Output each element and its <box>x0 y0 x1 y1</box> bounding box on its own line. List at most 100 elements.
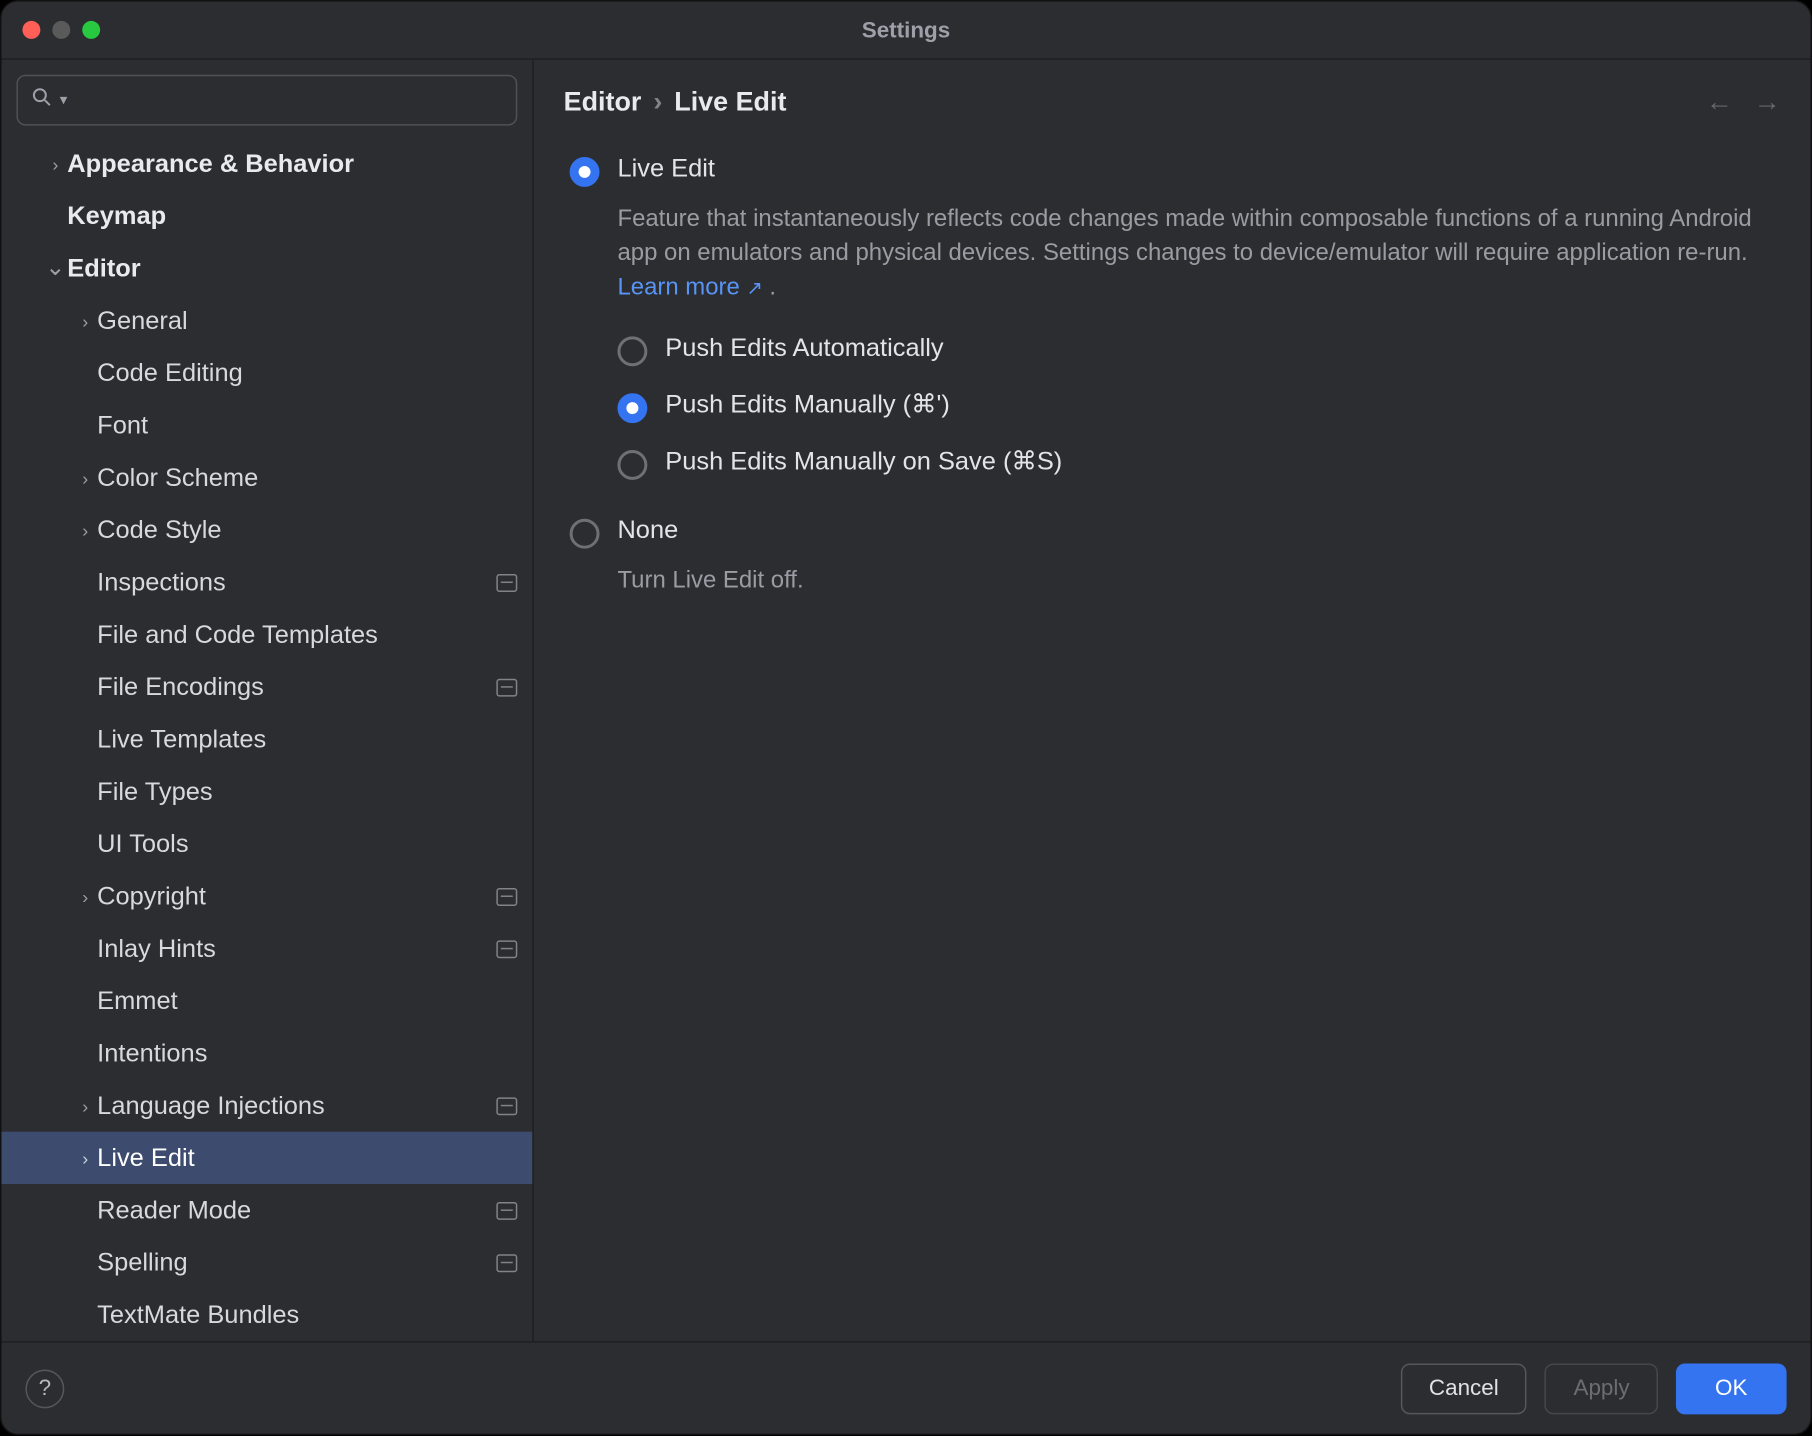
sidebar-item-label: File and Code Templates <box>97 620 517 650</box>
settings-body: ▾ ›Appearance & BehaviorKeymap⌄Editor›Ge… <box>1 58 1810 1341</box>
project-scope-icon <box>496 887 517 905</box>
radio-label: None <box>617 515 678 545</box>
radio-icon <box>617 393 647 423</box>
radio-live-edit[interactable]: Live Edit <box>570 145 1775 196</box>
chevron-icon: › <box>73 1095 97 1116</box>
chevron-icon: › <box>73 310 97 331</box>
sidebar-item-general[interactable]: ›General <box>1 295 532 347</box>
settings-tree[interactable]: ›Appearance & BehaviorKeymap⌄Editor›Gene… <box>1 138 532 1342</box>
sidebar-item-file-and-code-templates[interactable]: File and Code Templates <box>1 608 532 660</box>
search-input[interactable]: ▾ <box>16 75 517 126</box>
project-scope-icon <box>496 1201 517 1219</box>
sidebar-item-label: Code Style <box>97 515 517 545</box>
breadcrumb: Editor › Live Edit ← → <box>534 60 1811 136</box>
sidebar-item-spelling[interactable]: Spelling <box>1 1236 532 1288</box>
chevron-icon: › <box>73 467 97 488</box>
sidebar-item-appearance-behavior[interactable]: ›Appearance & Behavior <box>1 138 532 190</box>
zoom-window-icon[interactable] <box>82 21 100 39</box>
close-window-icon[interactable] <box>22 21 40 39</box>
radio-push-option[interactable]: Push Edits Manually (⌘') <box>617 378 1774 435</box>
sidebar-item-label: Live Templates <box>97 724 517 754</box>
settings-window: Settings ▾ ›Appearance & BehaviorKeymap⌄… <box>0 0 1812 1435</box>
sidebar-item-language-injections[interactable]: ›Language Injections <box>1 1079 532 1131</box>
sidebar-item-label: Appearance & Behavior <box>67 149 517 179</box>
sidebar-item-file-encodings[interactable]: File Encodings <box>1 661 532 713</box>
none-description: Turn Live Edit off. <box>617 563 1774 598</box>
window-title: Settings <box>1 17 1810 42</box>
radio-label: Live Edit <box>617 154 714 184</box>
sidebar-item-label: Intentions <box>97 1038 517 1068</box>
sidebar-item-intentions[interactable]: Intentions <box>1 1027 532 1079</box>
chevron-icon: › <box>73 1147 97 1168</box>
project-scope-icon <box>496 573 517 591</box>
radio-icon <box>570 518 600 548</box>
project-scope-icon <box>496 1254 517 1272</box>
chevron-icon: › <box>43 153 67 174</box>
nav-back-icon[interactable]: ← <box>1706 87 1733 118</box>
sidebar-item-code-style[interactable]: ›Code Style <box>1 504 532 556</box>
sidebar-item-copyright[interactable]: ›Copyright <box>1 870 532 922</box>
sidebar-item-inlay-hints[interactable]: Inlay Hints <box>1 922 532 974</box>
sidebar-item-reader-mode[interactable]: Reader Mode <box>1 1184 532 1236</box>
radio-label: Push Edits Automatically <box>665 333 943 363</box>
push-mode-group: Push Edits Automatically Push Edits Manua… <box>617 321 1774 491</box>
sidebar-item-emmet[interactable]: Emmet <box>1 975 532 1027</box>
radio-icon <box>617 336 647 366</box>
radio-icon <box>617 449 647 479</box>
sidebar-item-inspections[interactable]: Inspections <box>1 556 532 608</box>
sidebar-item-ui-tools[interactable]: UI Tools <box>1 818 532 870</box>
minimize-window-icon[interactable] <box>52 21 70 39</box>
radio-none[interactable]: None <box>570 506 1775 557</box>
sidebar-item-live-templates[interactable]: Live Templates <box>1 713 532 765</box>
radio-label: Push Edits Manually on Save (⌘S) <box>665 446 1062 476</box>
radio-push-option[interactable]: Push Edits Manually on Save (⌘S) <box>617 434 1774 491</box>
sidebar-item-label: Emmet <box>97 986 517 1016</box>
sidebar-item-label: General <box>97 306 517 336</box>
breadcrumb-current: Live Edit <box>674 87 786 118</box>
sidebar-item-label: File Types <box>97 777 517 807</box>
external-link-icon: ↗ <box>746 277 762 299</box>
sidebar-item-editor[interactable]: ⌄Editor <box>1 242 532 294</box>
window-controls <box>22 21 100 39</box>
sidebar-item-label: Inlay Hints <box>97 934 487 964</box>
apply-button: Apply <box>1545 1363 1658 1414</box>
sidebar-item-label: Inspections <box>97 567 487 597</box>
dialog-footer: ? Cancel Apply OK <box>1 1341 1810 1434</box>
cancel-button[interactable]: Cancel <box>1401 1363 1528 1414</box>
sidebar-item-font[interactable]: Font <box>1 399 532 451</box>
sidebar-item-label: Color Scheme <box>97 463 517 493</box>
chevron-icon: › <box>73 886 97 907</box>
project-scope-icon <box>496 678 517 696</box>
nav-forward-icon[interactable]: → <box>1754 87 1781 118</box>
live-edit-mode-group: Live Edit Feature that instantaneously r… <box>570 145 1775 598</box>
radio-icon <box>570 157 600 187</box>
sidebar-item-textmate-bundles[interactable]: TextMate Bundles <box>1 1289 532 1341</box>
sidebar-item-label: Keymap <box>67 201 517 231</box>
sidebar-item-label: Code Editing <box>97 358 517 388</box>
chevron-icon: › <box>73 520 97 541</box>
titlebar: Settings <box>1 1 1810 58</box>
sidebar-item-code-editing[interactable]: Code Editing <box>1 347 532 399</box>
sidebar-item-color-scheme[interactable]: ›Color Scheme <box>1 452 532 504</box>
sidebar-item-file-types[interactable]: File Types <box>1 765 532 817</box>
sidebar-item-keymap[interactable]: Keymap <box>1 190 532 242</box>
sidebar-item-label: Spelling <box>97 1248 487 1278</box>
ok-button[interactable]: OK <box>1676 1363 1787 1414</box>
sidebar-item-label: Font <box>97 410 517 440</box>
settings-sidebar: ▾ ›Appearance & BehaviorKeymap⌄Editor›Ge… <box>1 60 533 1341</box>
project-scope-icon <box>496 1097 517 1115</box>
sidebar-item-label: Language Injections <box>97 1091 487 1121</box>
learn-more-link[interactable]: Learn more ↗ <box>617 276 762 301</box>
help-button[interactable]: ? <box>25 1369 64 1408</box>
sidebar-item-label: Editor <box>67 253 517 283</box>
breadcrumb-separator-icon: › <box>653 87 662 118</box>
sidebar-item-label: Reader Mode <box>97 1195 487 1225</box>
sidebar-item-label: TextMate Bundles <box>97 1300 517 1330</box>
sidebar-item-live-edit[interactable]: ›Live Edit <box>1 1132 532 1184</box>
breadcrumb-parent[interactable]: Editor <box>564 87 642 118</box>
project-scope-icon <box>496 940 517 958</box>
sidebar-item-label: UI Tools <box>97 829 517 859</box>
radio-push-option[interactable]: Push Edits Automatically <box>617 321 1774 378</box>
sidebar-item-label: Live Edit <box>97 1143 517 1173</box>
radio-label: Push Edits Manually (⌘') <box>665 390 950 420</box>
